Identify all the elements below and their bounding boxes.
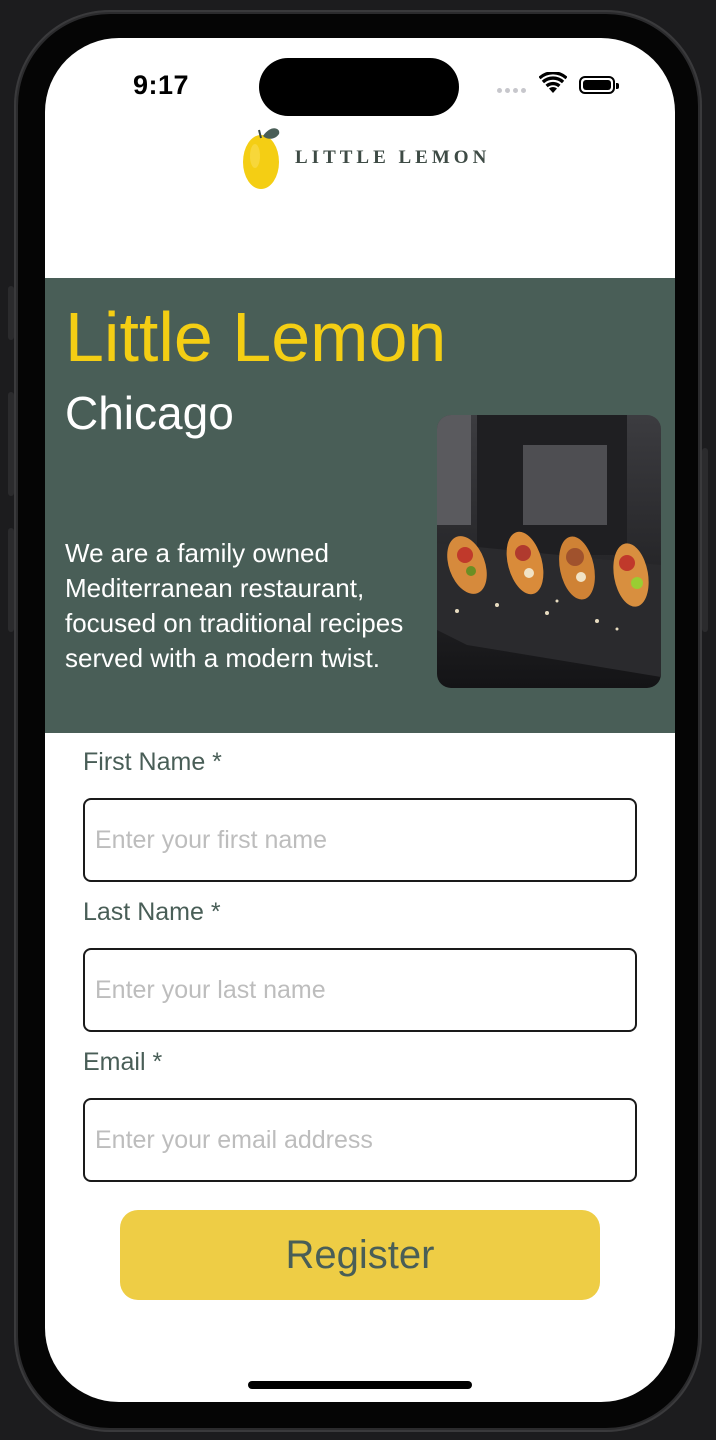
power-button[interactable] bbox=[702, 448, 708, 632]
logo-text: LITTLE LEMON bbox=[295, 147, 491, 168]
app-logo: LITTLE LEMON bbox=[241, 126, 490, 190]
hero-title: Little Lemon bbox=[65, 298, 447, 376]
first-name-input[interactable] bbox=[83, 798, 637, 882]
registration-form: First Name * Last Name * Email * bbox=[83, 746, 637, 1196]
battery-icon bbox=[579, 76, 619, 94]
lemon-logo-icon bbox=[243, 128, 280, 189]
status-time: 9:17 bbox=[133, 70, 190, 100]
hero-banner: Little Lemon Chicago We are a family own… bbox=[45, 278, 675, 733]
home-indicator[interactable] bbox=[248, 1381, 472, 1389]
register-button[interactable]: Register bbox=[120, 1210, 600, 1300]
email-label: Email * bbox=[83, 1048, 163, 1076]
hero-food-image bbox=[437, 415, 661, 688]
last-name-label: Last Name * bbox=[83, 898, 221, 926]
last-name-input[interactable] bbox=[83, 948, 637, 1032]
dynamic-island bbox=[259, 58, 459, 116]
hero-city: Chicago bbox=[65, 387, 234, 439]
first-name-label: First Name * bbox=[83, 748, 222, 776]
hero-description: We are a family owned Mediterranean rest… bbox=[65, 538, 404, 673]
wifi-icon bbox=[538, 71, 568, 99]
cellular-signal-icon bbox=[497, 88, 526, 93]
screen: 9:17 LITTLE LEMON Little Lemon Chicago W… bbox=[45, 38, 675, 1402]
email-input[interactable] bbox=[83, 1098, 637, 1182]
